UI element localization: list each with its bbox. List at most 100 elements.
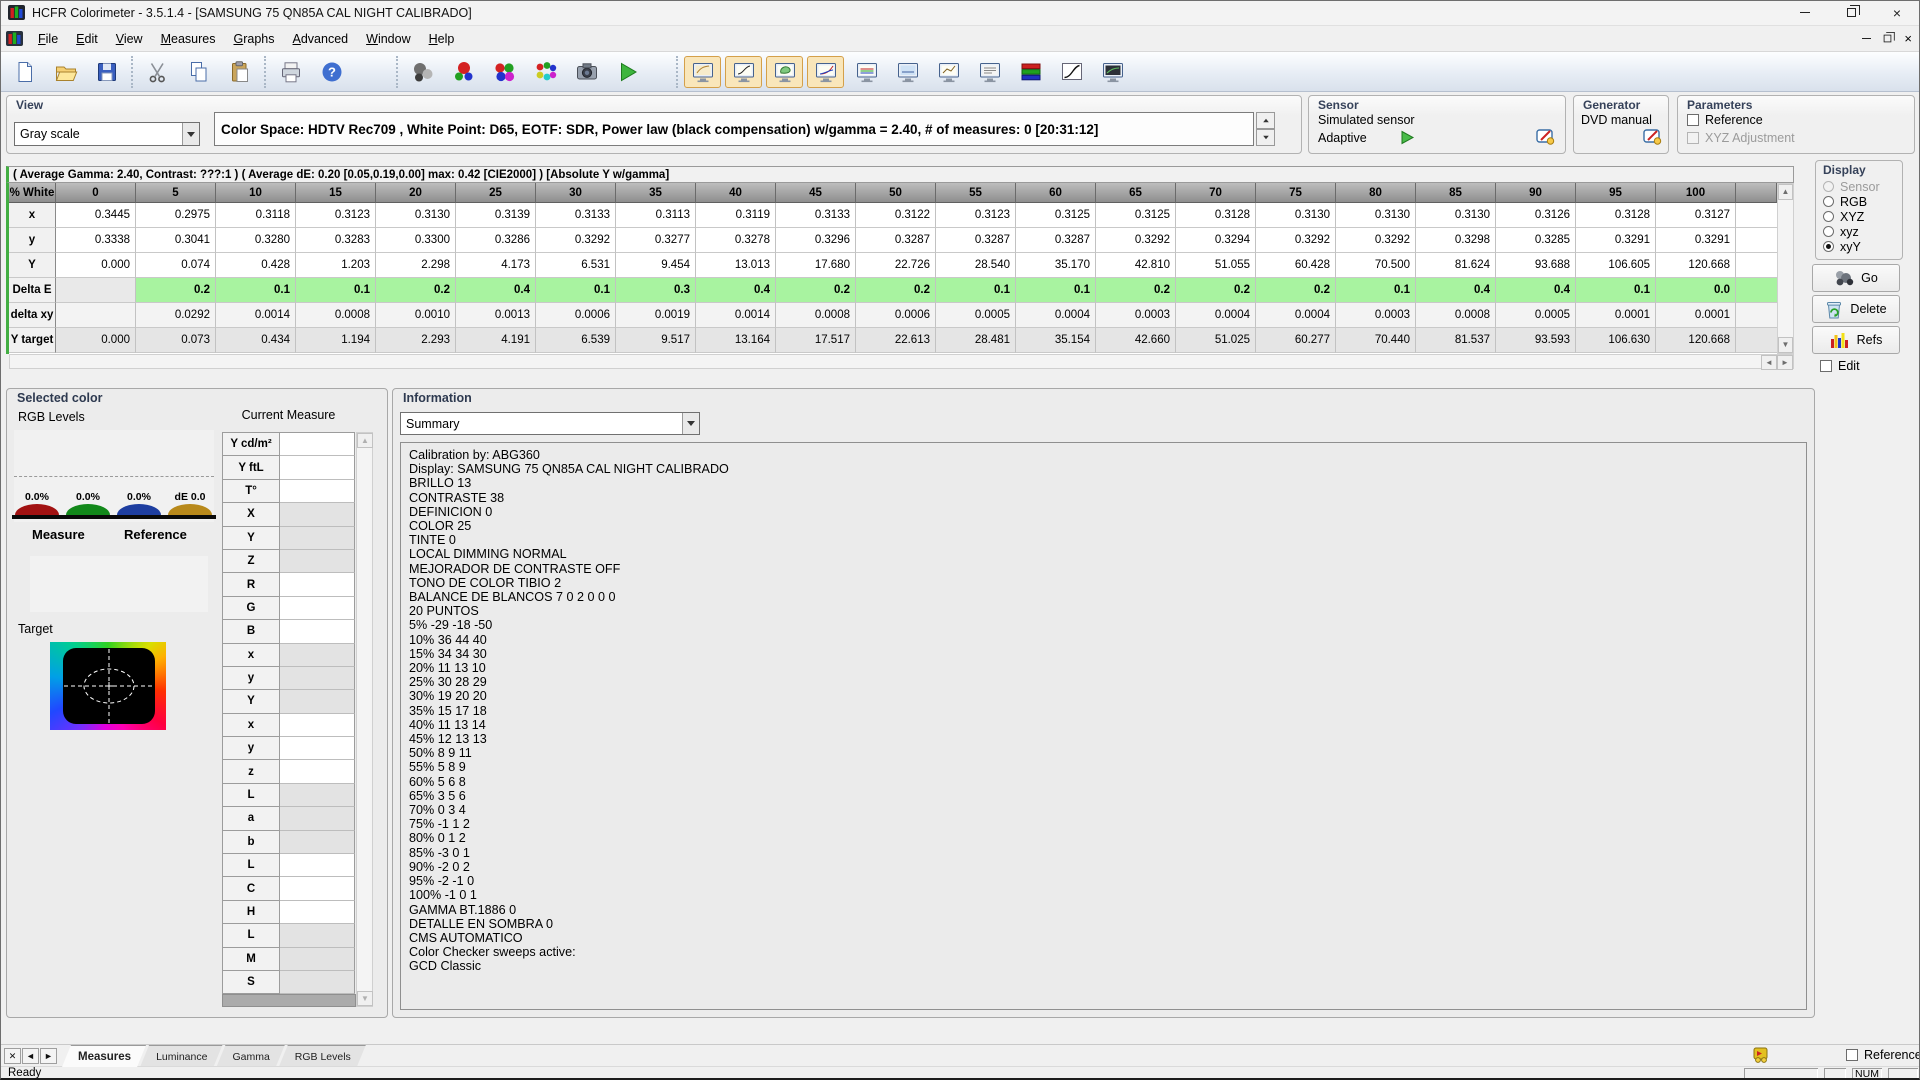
param-reference-checkbox[interactable]: Reference (1687, 113, 1763, 127)
table-cell[interactable]: 0.0005 (936, 303, 1016, 328)
table-cell[interactable]: 0.1 (1016, 278, 1096, 303)
table-cell[interactable]: 13.164 (696, 328, 776, 353)
edit-checkbox-box[interactable] (1820, 360, 1832, 372)
table-cell[interactable]: 60.428 (1256, 253, 1336, 278)
view-gamma-graph-button[interactable] (725, 56, 762, 88)
sensor-config-icon[interactable] (1536, 128, 1555, 146)
spinner-up-icon[interactable] (1256, 112, 1275, 129)
view-rgb-bars-button[interactable] (1012, 56, 1049, 88)
table-cell[interactable]: 81.537 (1416, 328, 1496, 353)
table-cell[interactable]: 0.3139 (456, 203, 536, 228)
table-cell[interactable]: 0.3287 (1016, 228, 1096, 253)
measure-colorchecker-button[interactable] (527, 56, 564, 88)
menu-advanced[interactable]: Advanced (284, 28, 358, 50)
table-cell[interactable]: 0.3280 (216, 228, 296, 253)
table-cell[interactable]: 0.3286 (456, 228, 536, 253)
table-cell[interactable]: 0.000 (56, 253, 136, 278)
table-cell[interactable]: 0.0 (1656, 278, 1736, 303)
table-cell[interactable]: 0.074 (136, 253, 216, 278)
table-cell[interactable] (56, 303, 136, 328)
table-cell[interactable]: 120.668 (1656, 328, 1736, 353)
table-cell[interactable]: 0.3292 (536, 228, 616, 253)
generator-config-icon[interactable] (1643, 128, 1662, 146)
radio-icon[interactable] (1823, 211, 1834, 222)
table-cell[interactable]: 0.0008 (776, 303, 856, 328)
view-satluma-button[interactable] (930, 56, 967, 88)
table-cell[interactable]: 0.0003 (1096, 303, 1176, 328)
edit-checkbox[interactable]: Edit (1820, 359, 1860, 373)
table-cell[interactable]: 0.0014 (696, 303, 776, 328)
sensor-run-icon[interactable] (1400, 130, 1415, 145)
table-cell[interactable]: 0.3292 (1096, 228, 1176, 253)
table-cell[interactable]: 2.298 (376, 253, 456, 278)
table-cell[interactable]: 1.194 (296, 328, 376, 353)
table-cell[interactable]: 35.170 (1016, 253, 1096, 278)
information-text[interactable]: Calibration by: ABG360 Display: SAMSUNG … (400, 442, 1807, 1010)
table-cell[interactable]: 0.1 (536, 278, 616, 303)
table-cell[interactable]: 0.3125 (1096, 203, 1176, 228)
table-cell[interactable]: 0.3126 (1496, 203, 1576, 228)
copy-button[interactable] (180, 56, 217, 88)
table-cell[interactable]: 0.3125 (1016, 203, 1096, 228)
table-cell[interactable]: 0.2 (1256, 278, 1336, 303)
close-button[interactable]: × (1874, 0, 1920, 26)
table-cell[interactable]: 0.4 (1496, 278, 1576, 303)
table-vertical-scrollbar[interactable]: ▲ ▼ (1777, 183, 1794, 354)
table-cell[interactable]: 4.191 (456, 328, 536, 353)
run-measure-button[interactable] (609, 56, 646, 88)
view-select[interactable]: Gray scale (14, 122, 200, 146)
table-cell[interactable]: 0.3123 (296, 203, 376, 228)
menu-graphs[interactable]: Graphs (225, 28, 284, 50)
scroll-left-icon[interactable]: ◄ (1761, 355, 1777, 370)
table-cell[interactable]: 0.0014 (216, 303, 296, 328)
scroll-up-icon[interactable]: ▲ (1778, 184, 1793, 200)
table-cell[interactable]: 0.4 (1416, 278, 1496, 303)
measure-primaries-button[interactable] (486, 56, 523, 88)
table-cell[interactable]: 0.3133 (536, 203, 616, 228)
spinner-down-icon[interactable] (1256, 129, 1275, 146)
reference-bottom-checkbox-box[interactable] (1846, 1049, 1858, 1061)
table-cell[interactable]: 0.3283 (296, 228, 376, 253)
table-cell[interactable]: 22.726 (856, 253, 936, 278)
table-cell[interactable]: 0.3277 (616, 228, 696, 253)
table-cell[interactable]: 106.630 (1576, 328, 1656, 353)
table-cell[interactable]: 0.3130 (1416, 203, 1496, 228)
tab-luminance[interactable]: Luminance (140, 1045, 223, 1067)
view-free-measures-button[interactable] (1094, 56, 1131, 88)
table-cell[interactable]: 70.440 (1336, 328, 1416, 353)
menu-edit[interactable]: Edit (67, 28, 107, 50)
table-cell[interactable]: 0.0003 (1336, 303, 1416, 328)
table-cell[interactable]: 0.1 (1576, 278, 1656, 303)
table-cell[interactable]: 0.4 (696, 278, 776, 303)
table-cell[interactable]: 70.500 (1336, 253, 1416, 278)
scroll-down-icon[interactable]: ▼ (1778, 337, 1793, 353)
table-cell[interactable]: 0.3287 (856, 228, 936, 253)
table-cell[interactable]: 0.2975 (136, 203, 216, 228)
table-cell[interactable]: 0.3287 (936, 228, 1016, 253)
mdi-restore-icon[interactable] (1884, 35, 1892, 43)
table-cell[interactable]: 0.1 (1336, 278, 1416, 303)
cm-scroll-up-icon[interactable]: ▲ (357, 433, 373, 448)
table-cell[interactable]: 93.688 (1496, 253, 1576, 278)
table-cell[interactable]: 81.624 (1416, 253, 1496, 278)
table-cell[interactable]: 0.3130 (1336, 203, 1416, 228)
table-cell[interactable]: 0.4 (456, 278, 536, 303)
table-cell[interactable]: 0.3291 (1656, 228, 1736, 253)
table-cell[interactable]: 0.0019 (616, 303, 696, 328)
table-cell[interactable]: 0.3278 (696, 228, 776, 253)
table-cell[interactable]: 0.3296 (776, 228, 856, 253)
table-cell[interactable]: 0.3128 (1576, 203, 1656, 228)
view-history-button[interactable] (971, 56, 1008, 88)
table-cell[interactable]: 1.203 (296, 253, 376, 278)
capture-button[interactable] (568, 56, 605, 88)
scroll-right-icon[interactable]: ► (1777, 355, 1793, 370)
table-cell[interactable]: 0.1 (216, 278, 296, 303)
table-cell[interactable]: 0.3118 (216, 203, 296, 228)
table-cell[interactable]: 0.3119 (696, 203, 776, 228)
table-cell[interactable]: 0.2 (136, 278, 216, 303)
table-cell[interactable]: 28.540 (936, 253, 1016, 278)
table-cell[interactable]: 0.0013 (456, 303, 536, 328)
go-button[interactable]: Go (1812, 264, 1900, 292)
mdi-close-icon[interactable]: × (1904, 32, 1912, 46)
table-cell[interactable]: 22.613 (856, 328, 936, 353)
